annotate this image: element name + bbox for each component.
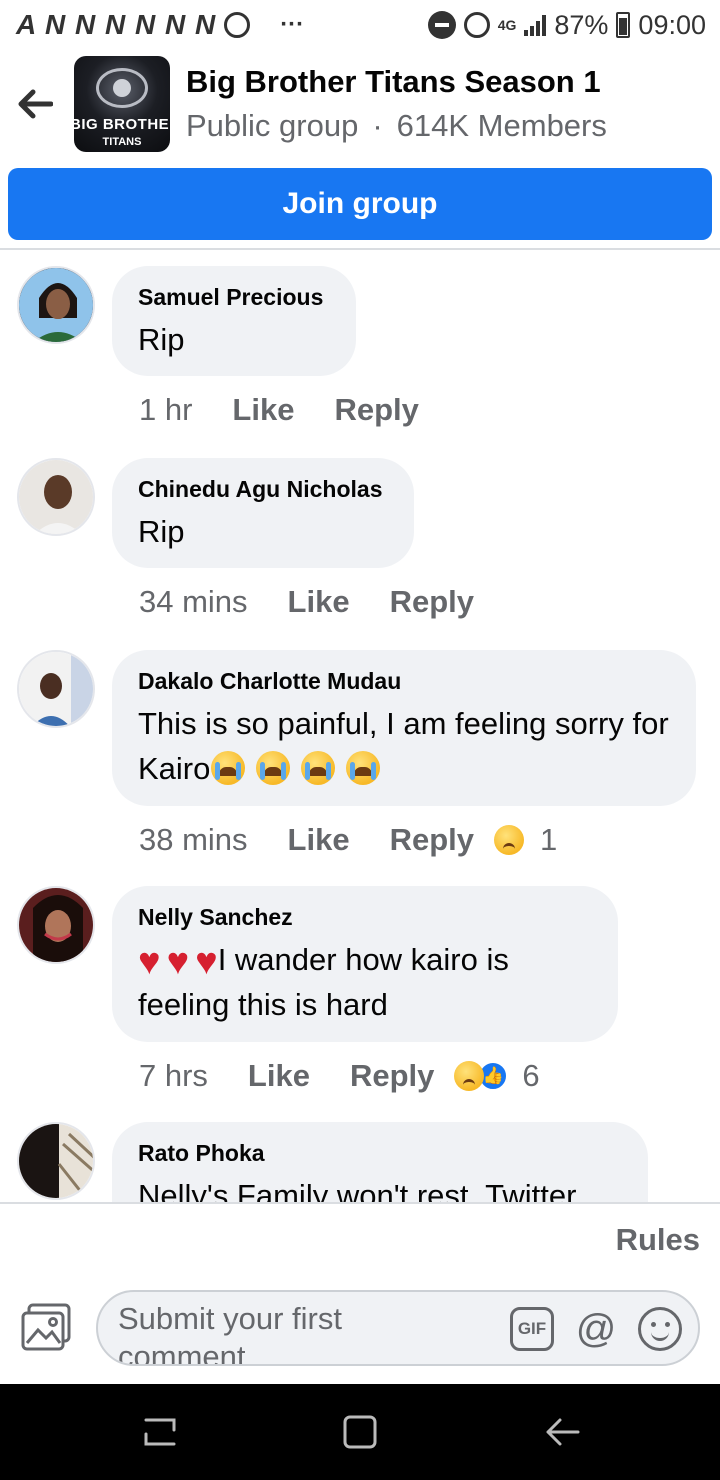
reply-button[interactable]: Reply: [350, 1058, 434, 1094]
logo-subtext: TITANS: [102, 136, 142, 148]
rules-link[interactable]: Rules: [616, 1222, 700, 1258]
add-photo-button[interactable]: [20, 1302, 74, 1352]
comment-actions: 1 hr Like Reply: [139, 392, 419, 428]
crying-emoji-icon: [256, 751, 291, 785]
like-button[interactable]: Like: [288, 822, 350, 858]
comment-text-body: I wander how kairo is feeling this is ha…: [138, 942, 509, 1022]
group-header: BIG BROTHER TITANS Big Brother Titans Se…: [0, 52, 720, 156]
comment-author[interactable]: Rato Phoka: [138, 1140, 622, 1167]
comment-time[interactable]: 7 hrs: [139, 1058, 208, 1094]
back-nav-icon[interactable]: [542, 1412, 582, 1452]
notification-icons: A N N N N N N: [16, 9, 251, 41]
avatar[interactable]: [17, 886, 95, 964]
network-type: 4G: [497, 17, 517, 33]
comment-text: ♥ ♥ ♥I wander how kairo is feeling this is…: [138, 937, 592, 1027]
signal-icon: [524, 14, 547, 36]
comment-time[interactable]: 34 mins: [139, 584, 248, 620]
crying-emoji-icon: [301, 751, 336, 785]
avatar[interactable]: [17, 1122, 95, 1200]
comment-author[interactable]: Nelly Sanchez: [138, 904, 592, 931]
broken-heart-icon: ♥: [166, 941, 190, 983]
alarm-icon: [224, 12, 251, 38]
eye-logo-icon: [96, 68, 148, 108]
group-info: Public group · 614K Members: [186, 108, 607, 144]
comment-author[interactable]: Samuel Precious: [138, 284, 330, 311]
comment-time[interactable]: 38 mins: [139, 822, 248, 858]
gif-button[interactable]: GIF: [510, 1307, 554, 1351]
divider: [0, 1202, 720, 1204]
comment-actions: 38 mins Like Reply 1: [139, 822, 557, 858]
join-group-button[interactable]: Join group: [8, 168, 712, 240]
broken-heart-icon: ♥: [195, 941, 218, 983]
comment-text: Rip: [138, 322, 185, 357]
reaction-count: 1: [540, 822, 558, 857]
sad-reaction-icon: [494, 825, 524, 855]
reply-button[interactable]: Reply: [390, 822, 474, 858]
home-button-icon[interactable]: [340, 1412, 380, 1452]
group-privacy: Public group: [186, 108, 359, 143]
sad-reaction-icon: [454, 1061, 485, 1091]
comment-bubble[interactable]: Samuel Precious Rip: [112, 266, 356, 376]
recent-apps-icon[interactable]: [140, 1412, 180, 1452]
crying-emoji-icon: [346, 751, 381, 785]
avatar[interactable]: [17, 458, 95, 536]
photo-icon: [21, 1303, 71, 1351]
mention-button[interactable]: @: [574, 1307, 618, 1351]
back-arrow-icon: [18, 89, 53, 119]
comment-bubble[interactable]: Nelly Sanchez ♥ ♥ ♥I wander how kairo is f…: [112, 886, 618, 1042]
do-not-disturb-icon: [427, 11, 456, 39]
status-bar: A N N N N N N ··· 4G 87% 09:00: [0, 0, 720, 50]
comment-actions: 7 hrs Like Reply 👍 6: [139, 1058, 540, 1094]
reactions-summary[interactable]: 👍 6: [454, 1058, 540, 1094]
back-button[interactable]: [0, 54, 70, 154]
comment-time[interactable]: 1 hr: [139, 392, 192, 428]
notification-icons-text: A N N N N N N: [16, 9, 217, 40]
comment-composer[interactable]: Submit your first comment GIF @: [96, 1290, 700, 1366]
reactions-summary[interactable]: 1: [494, 822, 557, 858]
avatar[interactable]: [17, 650, 95, 728]
more-notifications-dots: ···: [280, 11, 305, 38]
battery-icon: [616, 12, 631, 38]
reaction-count: 6: [522, 1058, 540, 1093]
comment-input-placeholder[interactable]: Submit your first comment: [118, 1300, 378, 1364]
comment-author[interactable]: Chinedu Agu Nicholas: [138, 476, 388, 503]
separator: ·: [372, 108, 383, 143]
comment-text: Nelly's Family won't rest. Twitter: [138, 1178, 577, 1202]
avatar[interactable]: [17, 266, 95, 344]
reply-button[interactable]: Reply: [390, 584, 474, 620]
clock: 09:00: [638, 9, 706, 40]
comment-author[interactable]: Dakalo Charlotte Mudau: [138, 668, 670, 695]
broken-heart-icon: ♥: [138, 941, 161, 983]
comment-bubble[interactable]: Dakalo Charlotte Mudau This is so painfu…: [112, 650, 696, 806]
emoji-button[interactable]: [638, 1307, 682, 1351]
like-button[interactable]: Like: [232, 392, 294, 428]
comment-text: This is so painful, I am feeling sorry f…: [138, 701, 670, 791]
group-title[interactable]: Big Brother Titans Season 1: [186, 64, 607, 100]
system-navigation-bar: [0, 1384, 720, 1480]
comment-actions: 34 mins Like Reply: [139, 584, 474, 620]
battery-percent: 87%: [554, 9, 609, 40]
logo-text: BIG BROTHER: [74, 116, 170, 133]
like-button[interactable]: Like: [248, 1058, 310, 1094]
comment-bubble[interactable]: Rato Phoka Nelly's Family won't rest. Tw…: [112, 1122, 648, 1202]
reply-button[interactable]: Reply: [334, 392, 418, 428]
comment-text: Rip: [138, 514, 185, 549]
member-count[interactable]: 614K Members: [397, 108, 607, 143]
comment-list[interactable]: Samuel Precious Rip 1 hr Like Reply Chin…: [0, 250, 720, 1202]
like-button[interactable]: Like: [288, 584, 350, 620]
alarm-clock-icon: [463, 12, 490, 38]
group-logo[interactable]: BIG BROTHER TITANS: [74, 56, 170, 152]
comment-bubble[interactable]: Chinedu Agu Nicholas Rip: [112, 458, 414, 568]
crying-emoji-icon: [211, 751, 246, 785]
